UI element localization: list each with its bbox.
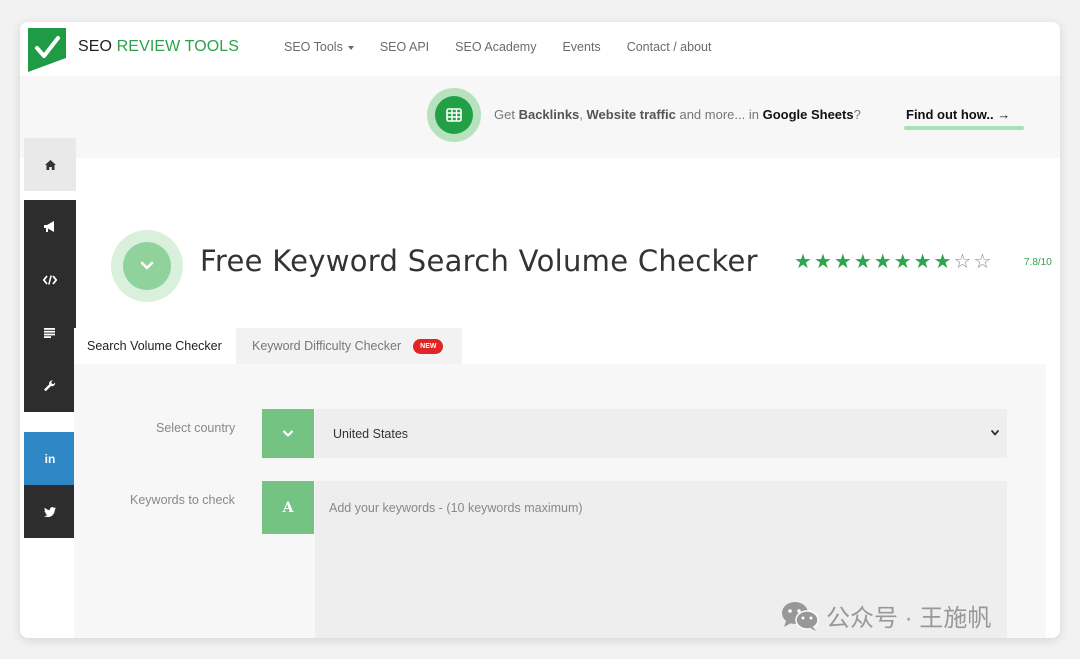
main-nav: SEO Tools SEO API SEO Academy Events Con… xyxy=(284,40,711,54)
country-chevron-button[interactable] xyxy=(262,409,314,458)
wrench-icon xyxy=(44,379,56,391)
promo-text-sheets: Google Sheets xyxy=(762,107,854,122)
nav-item-seo-tools[interactable]: SEO Tools xyxy=(284,40,354,54)
brand-name[interactable]: SEO REVIEW TOOLS xyxy=(78,38,239,56)
nav-item-label: Contact / about xyxy=(626,40,712,54)
nav-item-contact[interactable]: Contact / about xyxy=(627,40,712,54)
star-filled-icon: ★ xyxy=(853,251,872,273)
nav-item-label: SEO Academy xyxy=(455,40,537,54)
list-icon xyxy=(44,327,55,338)
new-badge: NEW xyxy=(413,338,444,354)
keywords-label: Keywords to check xyxy=(130,493,235,507)
promo-text-more: and more... in xyxy=(675,107,763,122)
star-filled-icon: ★ xyxy=(813,251,832,273)
sidebar-item-list[interactable] xyxy=(24,306,76,359)
country-select-value: United States xyxy=(333,427,409,441)
promo-text-backlinks: Backlinks xyxy=(518,107,580,122)
brand-name-part2: REVIEW TOOLS xyxy=(116,38,240,55)
brand-name-part1: SEO xyxy=(78,38,117,55)
promo-text: Get Backlinks, Website traffic and more.… xyxy=(494,107,861,122)
star-filled-icon: ★ xyxy=(913,251,932,273)
hero-icon-ring xyxy=(111,230,183,302)
star-filled-icon: ★ xyxy=(833,251,852,273)
star-filled-icon: ★ xyxy=(794,251,812,273)
select-caret-icon xyxy=(991,430,999,436)
nav-item-label: SEO API xyxy=(379,40,430,54)
nav-item-label: Events xyxy=(562,40,601,54)
watermark-text: 公众号 · 王施帆 xyxy=(826,605,992,632)
home-icon xyxy=(44,159,56,170)
rating-text: 7.8/10 xyxy=(1024,257,1052,268)
keywords-placeholder: Add your keywords - (10 keywords maximum… xyxy=(329,501,583,515)
browser-frame: SEO REVIEW TOOLS SEO Tools SEO API SEO A… xyxy=(20,22,1060,638)
promo-banner: Get Backlinks, Website traffic and more.… xyxy=(20,76,1060,158)
nav-item-seo-api[interactable]: SEO API xyxy=(380,40,429,54)
keywords-type-icon: A xyxy=(262,481,314,534)
sidebar-item-home[interactable] xyxy=(24,138,76,191)
tab-label: Search Volume Checker xyxy=(87,339,222,353)
wechat-icon xyxy=(782,601,819,631)
page-title: Free Keyword Search Volume Checker xyxy=(200,244,758,278)
code-icon xyxy=(43,274,57,285)
nav-item-seo-academy[interactable]: SEO Academy xyxy=(455,40,536,54)
promo-text-q: ? xyxy=(853,107,861,122)
logo-check-icon[interactable] xyxy=(28,28,66,72)
sidebar-item-linkedin[interactable]: in xyxy=(24,432,76,485)
rating-stars: ★ ★ ★ ★ ★ ★ ★ ★ ☆ ☆ xyxy=(794,252,991,272)
nav-item-label: SEO Tools xyxy=(284,40,343,54)
country-label: Select country xyxy=(156,421,236,435)
star-empty-icon: ☆ xyxy=(953,251,972,273)
star-empty-icon: ☆ xyxy=(973,251,992,273)
star-filled-icon: ★ xyxy=(933,251,952,273)
promo-text-comma: , xyxy=(579,107,587,122)
linkedin-icon: in xyxy=(44,451,56,466)
watermark: 公众号 · 王施帆 xyxy=(780,598,991,633)
sidebar-item-twitter[interactable] xyxy=(24,485,76,538)
sidebar-item-announcements[interactable] xyxy=(24,200,76,253)
tab-label: Keyword Difficulty Checker xyxy=(252,339,402,353)
chevron-down-icon xyxy=(282,429,294,437)
tab-search-volume-checker[interactable]: Search Volume Checker xyxy=(74,328,236,364)
twitter-icon xyxy=(44,506,56,517)
promo-text-get: Get xyxy=(494,107,519,122)
cta-underline xyxy=(904,126,1024,130)
promo-icon-ring xyxy=(427,88,481,142)
sidebar-item-tools[interactable] xyxy=(24,359,76,412)
promo-text-traffic: Website traffic xyxy=(586,107,676,122)
nav-item-events[interactable]: Events xyxy=(562,40,600,54)
megaphone-icon xyxy=(43,221,54,232)
caret-down-icon xyxy=(347,45,354,50)
country-select[interactable]: United States xyxy=(315,409,1007,458)
star-filled-icon: ★ xyxy=(893,251,912,273)
spreadsheet-icon xyxy=(435,96,473,134)
top-navigation: SEO REVIEW TOOLS SEO Tools SEO API SEO A… xyxy=(20,22,1060,76)
sidebar-item-code[interactable] xyxy=(24,253,76,306)
find-out-how-link[interactable]: Find out how.. → xyxy=(906,107,1010,122)
text-letter-icon: A xyxy=(282,499,294,516)
chevron-down-icon xyxy=(123,242,171,290)
star-filled-icon: ★ xyxy=(873,251,892,273)
tab-keyword-difficulty-checker[interactable]: Keyword Difficulty Checker NEW xyxy=(236,328,462,364)
